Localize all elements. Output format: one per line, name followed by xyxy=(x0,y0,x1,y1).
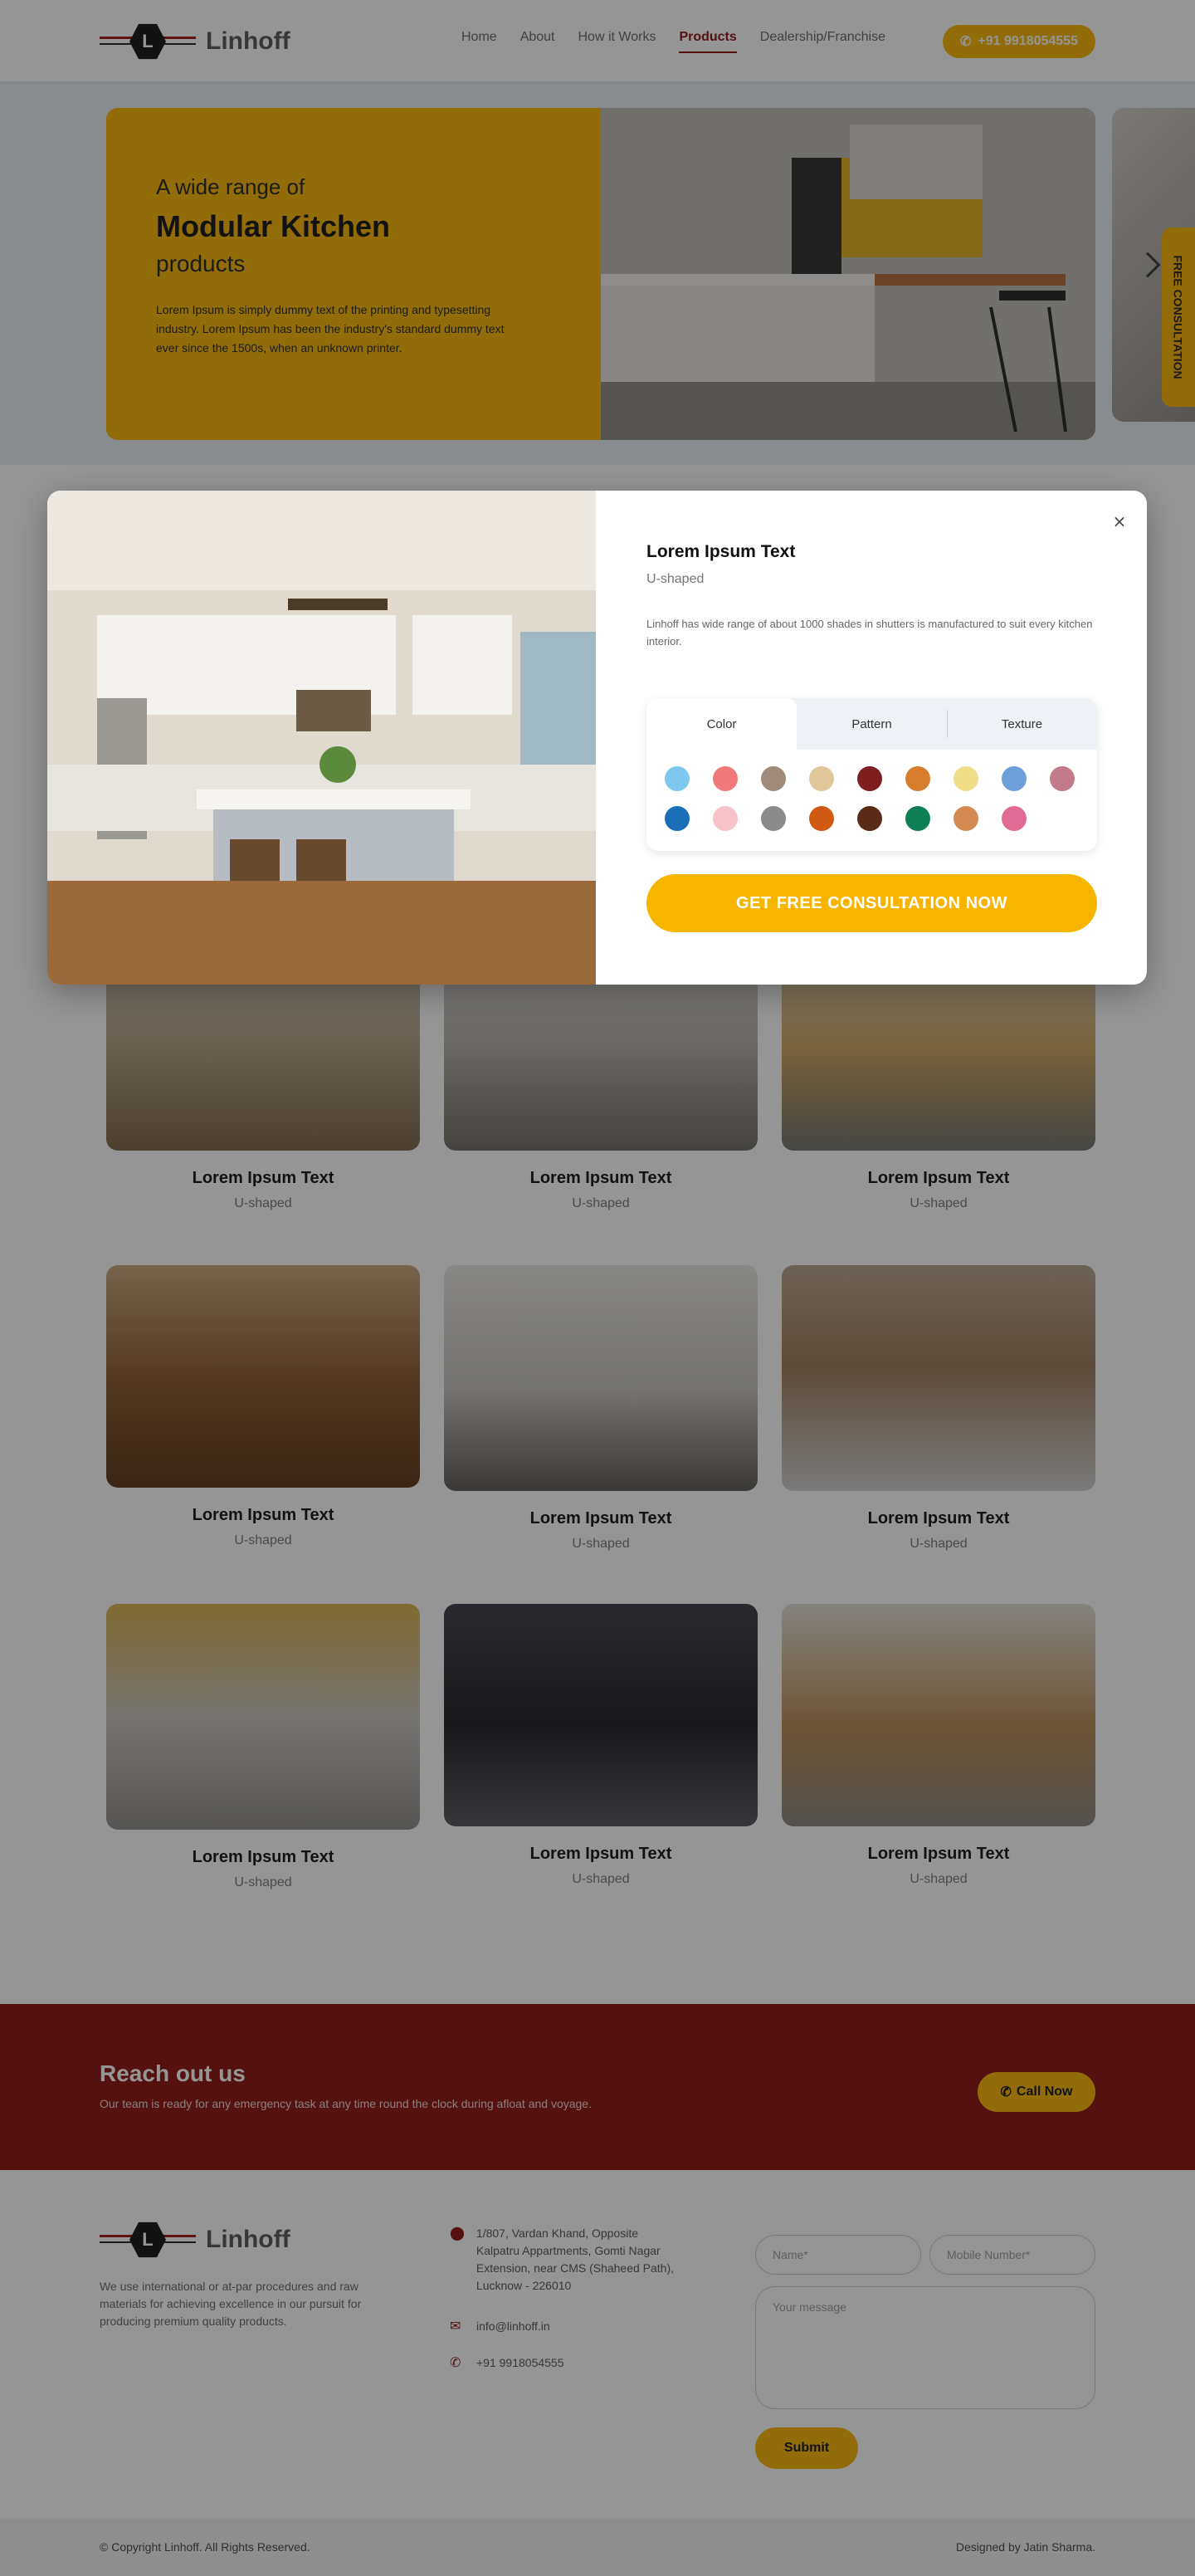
color-swatch[interactable] xyxy=(857,806,882,831)
tab-pattern[interactable]: Pattern xyxy=(797,698,947,750)
color-swatch[interactable] xyxy=(665,806,690,831)
product-detail-modal: × Lorem Ipsum Text U-shaped Linhoff has … xyxy=(47,491,1147,985)
swatch-row xyxy=(665,766,1096,791)
color-swatch[interactable] xyxy=(905,766,930,791)
tab-texture-label: Texture xyxy=(1001,716,1043,731)
color-swatch[interactable] xyxy=(1050,766,1075,791)
color-swatch[interactable] xyxy=(713,806,738,831)
finish-tabs: Color Pattern Texture xyxy=(646,698,1097,750)
finish-selector: Color Pattern Texture xyxy=(646,698,1097,851)
tab-texture[interactable]: Texture xyxy=(947,698,1097,750)
modal-kitchen-image xyxy=(47,491,596,985)
color-swatch[interactable] xyxy=(954,806,978,831)
color-swatch[interactable] xyxy=(1002,806,1027,831)
color-swatch-grid xyxy=(665,766,1096,846)
modal-description: Linhoff has wide range of about 1000 sha… xyxy=(646,618,1093,648)
modal-subtitle: U-shaped xyxy=(646,572,705,586)
color-swatch[interactable] xyxy=(713,766,738,791)
color-swatch[interactable] xyxy=(954,766,978,791)
close-icon[interactable]: × xyxy=(1107,509,1132,534)
color-swatch[interactable] xyxy=(809,766,834,791)
color-swatch[interactable] xyxy=(1002,766,1027,791)
color-swatch[interactable] xyxy=(809,806,834,831)
color-swatch[interactable] xyxy=(761,806,786,831)
color-swatch[interactable] xyxy=(665,766,690,791)
get-free-consultation-button[interactable]: GET FREE CONSULTATION NOW xyxy=(646,874,1097,932)
color-swatch[interactable] xyxy=(905,806,930,831)
modal-kitchen-illustration xyxy=(47,491,596,985)
color-swatch[interactable] xyxy=(857,766,882,791)
color-swatch[interactable] xyxy=(761,766,786,791)
tab-color[interactable]: Color xyxy=(646,698,797,750)
modal-backdrop[interactable] xyxy=(0,0,1195,2576)
modal-title: Lorem Ipsum Text xyxy=(646,542,796,561)
tab-divider xyxy=(947,710,948,738)
swatch-row xyxy=(665,806,1096,831)
